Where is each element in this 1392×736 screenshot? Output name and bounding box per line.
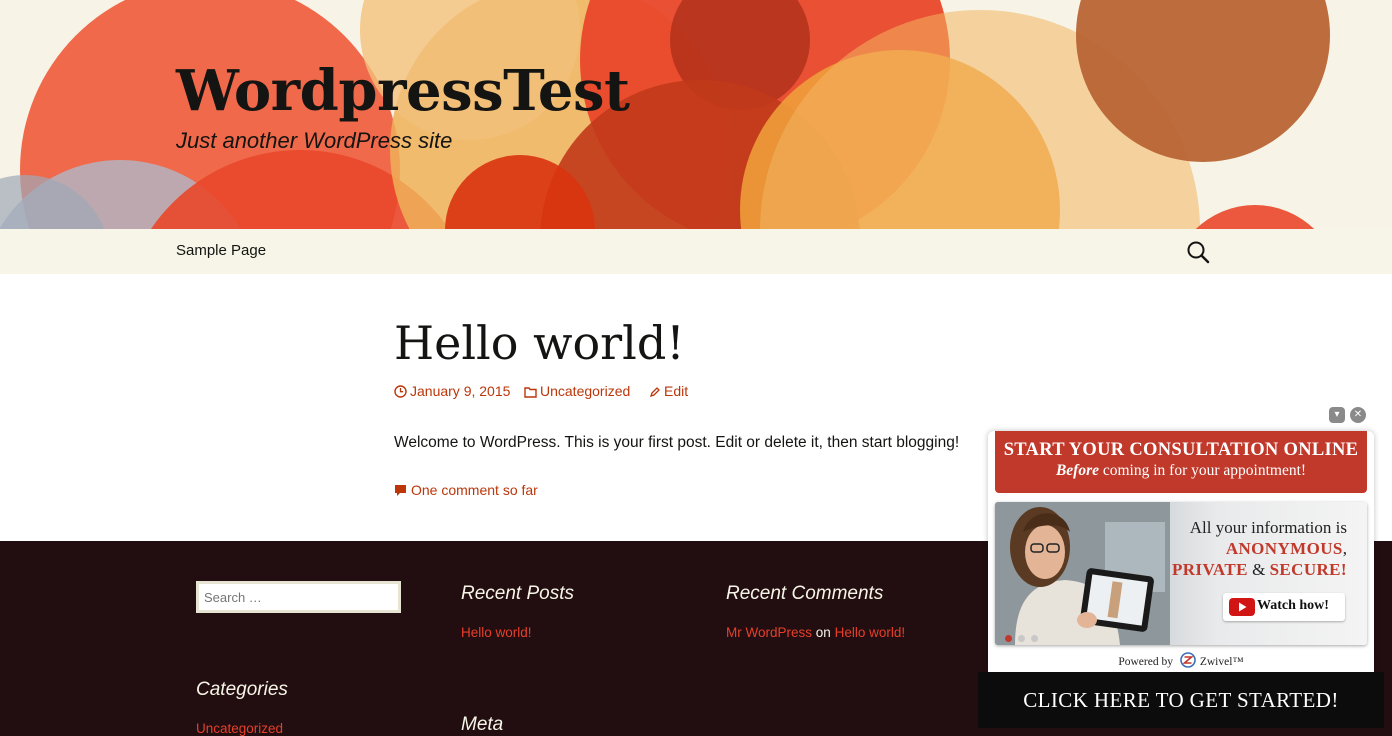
slide-indicators (1005, 627, 1044, 645)
ad-copy-private: PRIVATE (1171, 560, 1248, 579)
slide-dot[interactable] (1018, 635, 1025, 642)
zwivel-brand[interactable]: Zwivel™ (1200, 656, 1244, 668)
nav-item-sample-page[interactable]: Sample Page (176, 242, 266, 259)
search-icon[interactable] (1185, 239, 1211, 265)
clock-icon (394, 385, 407, 398)
comment-post-link[interactable]: Hello world! (835, 625, 906, 640)
ad-sub-rest: coming in for your appointment! (1102, 462, 1307, 479)
recent-comment-item: Mr WordPress on Hello world! (726, 625, 905, 640)
category-link[interactable]: Uncategorized (196, 721, 283, 736)
post-category-link[interactable]: Uncategorized (524, 383, 630, 399)
ad-copy-anonymous: ANONYMOUS (1225, 539, 1343, 558)
ad-minimize-button[interactable]: ▾ (1329, 407, 1345, 423)
main-navigation: Sample Page (0, 229, 1392, 274)
powered-by: Powered by Zwivel™ (988, 652, 1374, 668)
slide-dot[interactable] (1031, 635, 1038, 642)
post-title[interactable]: Hello world! (394, 312, 685, 374)
watch-how-button[interactable]: Watch how! (1223, 593, 1345, 621)
recent-post-link[interactable]: Hello world! (461, 625, 532, 640)
folder-icon (524, 387, 537, 398)
powered-by-label: Powered by (1118, 656, 1173, 668)
comment-bubble-icon (395, 485, 406, 496)
ad-copy-amp: & (1252, 560, 1266, 579)
categories-title: Categories (196, 679, 288, 700)
zwivel-logo-icon (1180, 652, 1196, 668)
post-content: Welcome to WordPress. This is your first… (394, 434, 960, 451)
pencil-icon (649, 387, 660, 398)
comments-label: One comment so far (411, 482, 538, 498)
site-header: WordpressTest Just another WordPress sit… (0, 0, 1392, 229)
comments-link[interactable]: One comment so far (394, 482, 538, 498)
ad-subline: Before coming in for your appointment! (995, 462, 1367, 480)
get-started-button[interactable]: CLICK HERE TO GET STARTED! (978, 672, 1384, 728)
recent-posts-title: Recent Posts (461, 583, 574, 604)
ad-headline: START YOUR CONSULTATION ONLINE (1003, 440, 1359, 460)
recent-comments-title: Recent Comments (726, 583, 884, 604)
site-description: Just another WordPress site (176, 128, 453, 153)
ad-close-button[interactable]: ✕ (1350, 407, 1366, 423)
post-date-link[interactable]: January 9, 2015 (394, 383, 510, 399)
ad-copy-secure: SECURE! (1269, 560, 1347, 579)
youtube-play-icon (1229, 598, 1255, 616)
comment-author-link[interactable]: Mr WordPress (726, 625, 812, 640)
watch-how-label: Watch how! (1257, 598, 1329, 613)
ad-image-slide[interactable]: All your information is ANONYMOUS, PRIVA… (995, 502, 1367, 645)
ad-copy-comma: , (1342, 539, 1347, 558)
post-edit-label: Edit (664, 383, 689, 399)
post-edit-link[interactable]: Edit (649, 383, 688, 399)
ad-popup: START YOUR CONSULTATION ONLINE Before co… (988, 431, 1374, 672)
ad-copy: All your information is ANONYMOUS, PRIVA… (1172, 517, 1347, 580)
post-category: Uncategorized (540, 383, 631, 399)
ad-banner[interactable]: START YOUR CONSULTATION ONLINE Before co… (995, 431, 1367, 493)
ad-sub-emphasis: Before (1055, 462, 1099, 479)
slide-dot[interactable] (1005, 635, 1012, 642)
meta-title: Meta (461, 714, 504, 735)
comment-connector: on (815, 625, 831, 640)
ad-copy-line1: All your information is (1189, 518, 1347, 537)
site-title[interactable]: WordpressTest (176, 58, 630, 124)
post-date: January 9, 2015 (410, 383, 511, 399)
footer-search-input[interactable] (196, 581, 401, 613)
